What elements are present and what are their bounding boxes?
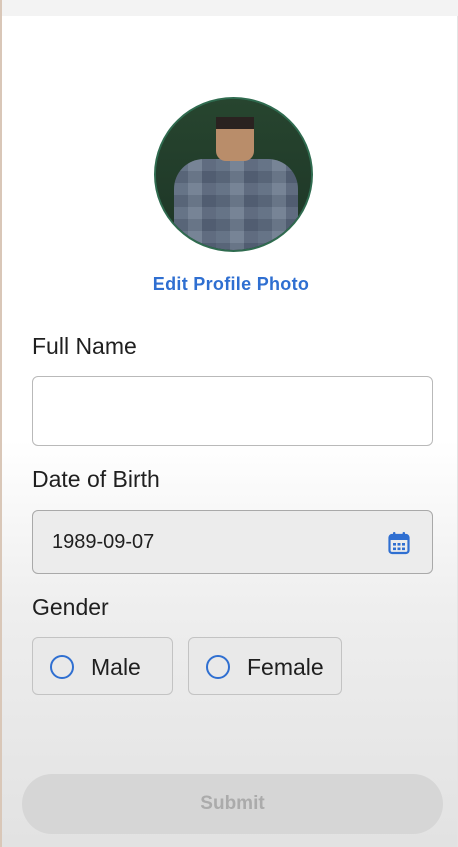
gender-label: Gender bbox=[32, 594, 109, 620]
date-of-birth-field[interactable]: 1989-09-07 bbox=[32, 510, 433, 574]
gender-option-male[interactable]: Male bbox=[32, 637, 173, 695]
calendar-icon[interactable] bbox=[388, 531, 410, 555]
date-of-birth-label: Date of Birth bbox=[32, 466, 160, 492]
full-name-input[interactable] bbox=[32, 376, 433, 446]
full-name-label: Full Name bbox=[32, 333, 137, 359]
edit-profile-photo-link[interactable]: Edit Profile Photo bbox=[2, 274, 458, 295]
profile-form-screen: Edit Profile Photo Full Name Date of Bir… bbox=[0, 0, 458, 847]
avatar-figure-shading bbox=[174, 159, 298, 250]
top-bar bbox=[2, 0, 458, 16]
profile-avatar[interactable] bbox=[154, 97, 313, 252]
gender-option-female[interactable]: Female bbox=[188, 637, 342, 695]
avatar-figure-hair bbox=[216, 117, 254, 129]
radio-unselected-icon[interactable] bbox=[50, 655, 74, 679]
radio-unselected-icon[interactable] bbox=[206, 655, 230, 679]
gender-option-male-label: Male bbox=[91, 654, 141, 680]
submit-button[interactable]: Submit bbox=[22, 774, 443, 834]
gender-option-female-label: Female bbox=[247, 654, 324, 680]
date-of-birth-value: 1989-09-07 bbox=[52, 531, 155, 553]
